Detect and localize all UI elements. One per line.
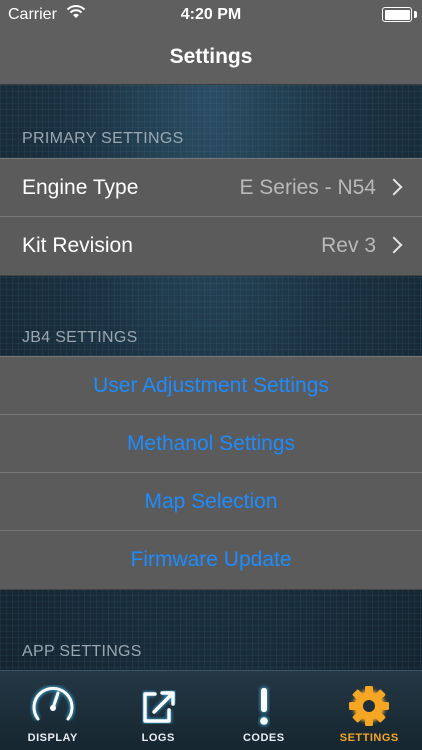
jb4-settings-group: User Adjustment Settings Methanol Settin… [0,356,422,590]
tab-settings-label: SETTINGS [339,732,399,744]
chevron-right-icon [385,236,403,254]
user-adjustment-settings-button[interactable]: User Adjustment Settings [0,357,422,415]
export-log-icon [142,690,176,724]
primary-settings-group: Engine Type E Series - N54 Kit Revision … [0,158,422,276]
settings-list[interactable]: PRIMARY SETTINGS Engine Type E Series - … [0,85,422,670]
navigation-bar: Settings [0,30,422,85]
engine-type-row[interactable]: Engine Type E Series - N54 [0,159,422,217]
tab-display-label: DISPLAY [27,732,78,744]
tab-codes[interactable]: CODES [211,671,317,750]
tab-logs[interactable]: LOGS [106,671,212,750]
methanol-settings-button[interactable]: Methanol Settings [0,415,422,473]
tab-logs-label: LOGS [141,732,175,744]
tab-bar: DISPLAY LOGS CODES SETTINGS [0,670,422,750]
section-header-primary: PRIMARY SETTINGS [22,130,184,147]
methanol-settings-label: Methanol Settings [126,432,296,455]
gauge-icon [31,685,75,721]
map-selection-button[interactable]: Map Selection [0,473,422,531]
section-header-jb4: JB4 SETTINGS [22,329,138,346]
chevron-right-icon [385,178,403,196]
battery-tip [414,11,417,18]
firmware-update-label: Firmware Update [130,548,292,571]
tab-settings[interactable]: SETTINGS [317,671,422,750]
status-time: 4:20 PM [180,6,242,23]
status-bar: Carrier 4:20 PM [0,0,422,30]
section-header-app: APP SETTINGS [22,643,142,660]
gear-icon [349,686,390,726]
engine-type-label: Engine Type [22,176,139,199]
engine-type-value: E Series - N54 [239,176,376,199]
exclamation-icon [258,687,269,726]
page-title: Settings [169,45,253,68]
firmware-update-button[interactable]: Firmware Update [0,531,422,589]
battery-icon [382,7,412,22]
tab-codes-label: CODES [242,732,285,744]
kit-revision-row[interactable]: Kit Revision Rev 3 [0,217,422,275]
kit-revision-label: Kit Revision [22,234,133,257]
user-adjustment-settings-label: User Adjustment Settings [93,374,329,397]
kit-revision-value: Rev 3 [321,234,376,257]
map-selection-label: Map Selection [144,490,278,513]
tab-display[interactable]: DISPLAY [0,671,106,750]
